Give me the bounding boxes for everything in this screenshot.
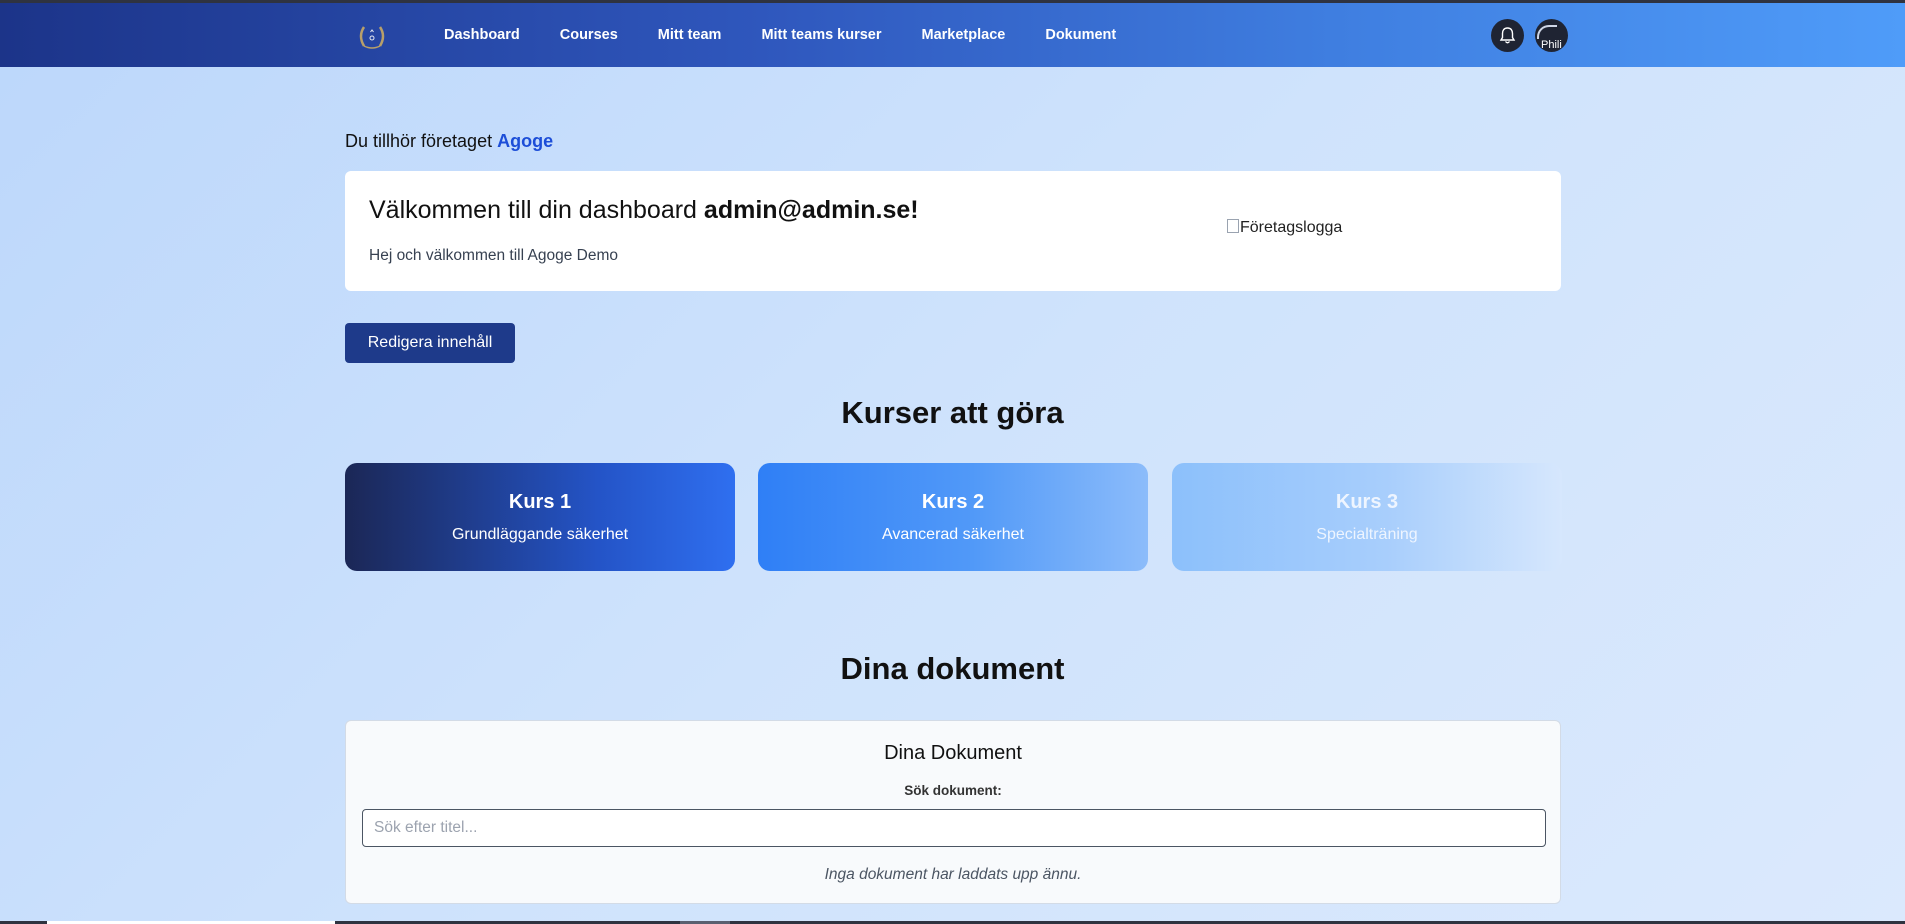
course-card[interactable]: Kurs 1 Grundläggande säkerhet xyxy=(345,463,735,571)
bell-icon[interactable] xyxy=(1491,19,1524,52)
nav-dashboard[interactable]: Dashboard xyxy=(444,27,520,43)
nav-marketplace[interactable]: Marketplace xyxy=(922,27,1006,43)
search-label: Sök dokument: xyxy=(904,783,1002,798)
course-name: Kurs 2 xyxy=(921,491,985,513)
company-logo-image: Företagslogga xyxy=(1227,219,1342,237)
nav-courses[interactable]: Courses xyxy=(560,27,618,43)
course-name: Kurs 1 xyxy=(508,491,572,513)
welcome-title-prefix: Välkommen till din dashboard xyxy=(369,196,697,224)
avatar-image-icon xyxy=(1537,25,1557,39)
courses-section-title: Kurser att göra xyxy=(841,395,1064,430)
top-navbar: Dashboard Courses Mitt team Mitt teams k… xyxy=(0,3,1905,67)
course-card[interactable]: Kurs 2 Avancerad säkerhet xyxy=(758,463,1148,571)
laurel-logo-icon[interactable] xyxy=(355,19,389,53)
welcome-card: Välkommen till din dashboard admin@admin… xyxy=(345,171,1561,291)
course-description: Specialträning xyxy=(1316,526,1418,543)
company-name: Agoge xyxy=(497,131,554,151)
course-name: Kurs 3 xyxy=(1335,491,1399,513)
course-card[interactable]: Kurs 3 Specialträning xyxy=(1172,463,1562,571)
nav-mitt-team[interactable]: Mitt team xyxy=(658,27,722,43)
avatar-alt-text: Phili xyxy=(1541,39,1562,51)
document-search-input[interactable] xyxy=(362,809,1546,847)
documents-card: Dina Dokument Sök dokument: Inga dokumen… xyxy=(345,720,1561,904)
broken-image-icon xyxy=(1227,219,1239,233)
nav-links: Dashboard Courses Mitt team Mitt teams k… xyxy=(444,3,1156,67)
user-email: admin@admin.se! xyxy=(703,196,919,224)
user-avatar[interactable]: Phili xyxy=(1535,19,1568,52)
documents-section-title: Dina dokument xyxy=(840,651,1065,686)
nav-mitt-teams-kurser[interactable]: Mitt teams kurser xyxy=(761,27,881,43)
company-line: Du tillhör företaget Agoge xyxy=(345,131,553,152)
documents-card-title: Dina Dokument xyxy=(884,742,1022,764)
nav-dokument[interactable]: Dokument xyxy=(1045,27,1116,43)
course-description: Grundläggande säkerhet xyxy=(451,526,629,543)
company-logo-alt: Företagslogga xyxy=(1240,219,1343,236)
company-prefix: Du tillhör företaget xyxy=(345,131,493,151)
welcome-title: Välkommen till din dashboard admin@admin… xyxy=(369,196,919,225)
welcome-subtitle: Hej och välkommen till Agoge Demo xyxy=(369,247,618,264)
empty-documents-note: Inga dokument har laddats upp ännu. xyxy=(824,866,1082,883)
course-description: Avancerad säkerhet xyxy=(881,526,1024,543)
edit-content-button[interactable]: Redigera innehåll xyxy=(345,323,515,363)
